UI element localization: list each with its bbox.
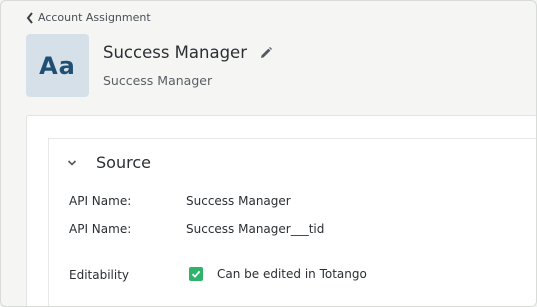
field-label: API Name:: [69, 194, 132, 208]
page-title: Success Manager: [103, 43, 247, 62]
field-value: Success Manager___tid: [186, 222, 325, 236]
field-value: Success Manager: [186, 194, 291, 208]
field-label: API Name:: [69, 222, 132, 236]
page-title-row: Success Manager: [103, 43, 273, 62]
back-link-label: Account Assignment: [38, 11, 151, 24]
editability-checkbox[interactable]: [189, 267, 203, 281]
source-section-toggle[interactable]: Source: [67, 153, 151, 172]
editability-label: Editability: [69, 268, 130, 282]
section-title: Source: [96, 153, 151, 172]
avatar: Aa: [26, 34, 89, 97]
chevron-down-icon: [67, 159, 77, 166]
chevron-left-icon: [26, 11, 33, 24]
editability-checkbox-label: Can be edited in Totango: [217, 267, 367, 281]
avatar-initials: Aa: [39, 51, 76, 80]
back-link[interactable]: Account Assignment: [26, 11, 151, 24]
page-subtitle: Success Manager: [103, 73, 213, 88]
pencil-icon[interactable]: [259, 46, 273, 60]
check-icon: [191, 270, 201, 278]
window-frame: Account Assignment Aa Success Manager Su…: [0, 0, 537, 307]
